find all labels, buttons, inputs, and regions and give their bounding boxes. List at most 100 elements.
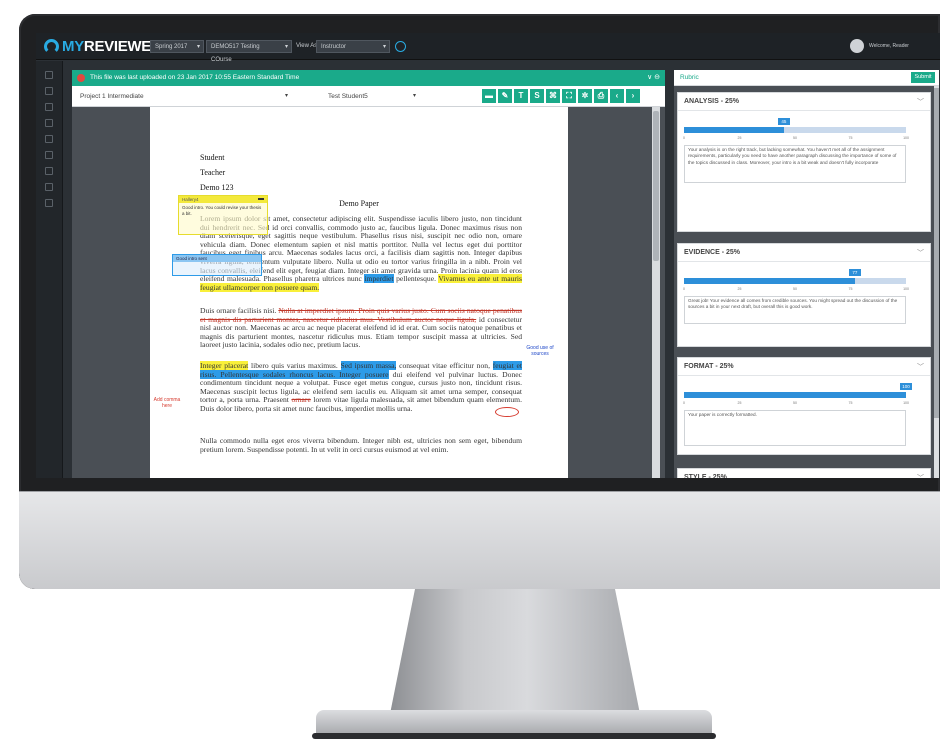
documents-icon[interactable]: [45, 119, 53, 127]
blue-comment-box[interactable]: Good intro sent: [172, 254, 262, 276]
submit-button[interactable]: Submit: [911, 72, 935, 83]
desktop-monitor-mockup: MYREVIEWERS Spring 2017 DEMO517 Testing …: [0, 0, 940, 742]
slider-tick-label: 50: [793, 287, 797, 291]
library-tool-button[interactable]: ⌘: [546, 89, 560, 103]
rubric-scrollbar[interactable]: [934, 86, 939, 478]
courses-icon[interactable]: [45, 103, 53, 111]
strikethrough-tool-button[interactable]: S: [530, 89, 544, 103]
users-icon[interactable]: [45, 183, 53, 191]
score-slider[interactable]: [684, 127, 906, 133]
rubric-tab-bar: Rubric Submit: [674, 70, 939, 86]
paragraph-4[interactable]: Nulla commodo nulla eget eros viverra bi…: [200, 436, 522, 454]
p3-text: libero quis varius maximus.: [250, 361, 338, 370]
p3-highlight-blue[interactable]: Sed ipsum massa,: [340, 361, 397, 370]
chevron-down-icon[interactable]: ﹀: [917, 362, 924, 372]
slider-tick-label: 0: [683, 401, 685, 405]
user-avatar[interactable]: [850, 39, 864, 53]
calendar-icon[interactable]: [45, 151, 53, 159]
margin-note-sources[interactable]: Good use of sources: [522, 345, 558, 357]
rubric-card-title: STYLE - 25%: [684, 474, 727, 478]
slider-tick-label: 75: [848, 136, 853, 140]
slider-tick-label: 0: [683, 287, 685, 291]
upload-banner: This file was last uploaded on 23 Jan 20…: [72, 70, 665, 86]
prev-button[interactable]: ‹: [610, 89, 624, 103]
slider-tick-label: 100: [903, 136, 909, 140]
menu-icon[interactable]: [45, 71, 53, 79]
comment-tool-button[interactable]: ▬: [482, 89, 496, 103]
rubric-comment-textarea[interactable]: Great job! Your evidence all comes from …: [684, 296, 906, 324]
rubric-comment-textarea[interactable]: Your analysis is on the right track, but…: [684, 145, 906, 183]
send-icon[interactable]: [45, 199, 53, 207]
red-circle-markup[interactable]: [495, 407, 519, 417]
p3-highlight-yellow[interactable]: Integer placerat: [200, 361, 249, 370]
yellow-comment-box[interactable]: Hallery4 Good intro. You could revise yo…: [178, 195, 268, 235]
slider-tick-label: 100: [903, 287, 909, 291]
score-slider[interactable]: [684, 278, 906, 284]
rubric-card-title: ANALYSIS - 25%: [684, 98, 739, 105]
chevron-down-icon[interactable]: ﹀: [917, 248, 924, 258]
slider-tick-label: 50: [793, 136, 797, 140]
document-scroll-thumb[interactable]: [653, 111, 659, 261]
reports-icon[interactable]: [45, 135, 53, 143]
slider-tick-label: 25: [737, 287, 742, 291]
pen-tool-button[interactable]: ✎: [498, 89, 512, 103]
globe-icon[interactable]: [395, 41, 406, 52]
top-nav-bar: MYREVIEWERS Spring 2017 DEMO517 Testing …: [36, 33, 940, 63]
next-button[interactable]: ›: [626, 89, 640, 103]
document-page[interactable]: Student Teacher Demo 123 Demo Paper Lore…: [150, 107, 568, 478]
card-divider: [678, 110, 930, 111]
student-select[interactable]: Test Student5: [328, 90, 416, 103]
term-select[interactable]: Spring 2017: [150, 40, 204, 54]
alert-icon: [77, 74, 85, 82]
fullscreen-button[interactable]: ⛶: [562, 89, 576, 103]
settings-tool-button[interactable]: ✲: [578, 89, 592, 103]
document-toolbar: Project 1 Intermediate Test Student5 ▬ ✎…: [72, 86, 665, 107]
rubric-card-title: EVIDENCE - 25%: [684, 249, 741, 256]
chevron-down-icon[interactable]: ﹀: [917, 97, 924, 107]
score-slider[interactable]: [684, 392, 906, 398]
text-tool-button[interactable]: T: [514, 89, 528, 103]
score-badge: 45: [777, 118, 790, 125]
paragraph-3[interactable]: Integer placerat libero quis varius maxi…: [200, 361, 522, 414]
paragraph-2[interactable]: Duis ornare facilisis nisi. Nulla at imp…: [200, 306, 522, 350]
banner-controls[interactable]: ∨ ⊖: [647, 70, 660, 86]
p1-highlight-blue[interactable]: imperdiet: [364, 274, 394, 284]
project-select[interactable]: Project 1 Intermediate: [80, 90, 288, 103]
yellow-comment-label: Hallery4: [179, 196, 267, 203]
monitor-stand-neck: [390, 589, 640, 714]
slider-ticks: 0 25 50 75 100: [683, 136, 909, 142]
header-demo: Demo 123: [200, 183, 234, 192]
blue-comment-label: Good intro sent: [173, 255, 261, 262]
logo-text-my: MY: [62, 38, 84, 55]
margin-note-comma[interactable]: Add comma here: [150, 397, 184, 409]
view-as-select[interactable]: Instructor: [316, 40, 390, 54]
document-scrollbar[interactable]: [652, 107, 660, 478]
yellow-comment-text: Good intro. You could revise your thesis…: [182, 205, 262, 216]
score-badge: 77: [848, 269, 861, 276]
document-panel: This file was last uploaded on 23 Jan 20…: [72, 70, 665, 478]
score-slider-fill: [684, 278, 855, 284]
rubric-card-title: FORMAT - 25%: [684, 363, 734, 370]
left-sidebar: [36, 61, 63, 478]
settings-icon[interactable]: [45, 167, 53, 175]
header-student: Student: [200, 153, 225, 162]
course-select[interactable]: DEMO517 Testing COurse: [206, 40, 292, 63]
home-icon[interactable]: [45, 87, 53, 95]
slider-ticks: 0 25 50 75 100: [683, 287, 909, 293]
slider-tick-label: 0: [683, 136, 685, 140]
rubric-card: EVIDENCE - 25% ﹀ 77 0 25 50 75 100 Great job! Yo…: [677, 243, 931, 347]
card-divider: [678, 375, 930, 376]
tab-rubric[interactable]: Rubric: [680, 70, 699, 86]
monitor-chin: [19, 491, 940, 589]
upload-banner-text: This file was last uploaded on 23 Jan 20…: [90, 74, 300, 81]
slider-ticks: 0 25 50 75 100: [683, 401, 909, 407]
header-teacher: Teacher: [200, 168, 226, 177]
slider-tick-label: 25: [737, 401, 742, 405]
rubric-panel: Rubric Submit ANALYSIS - 25% ﹀ 45 0 25 50 75 10…: [674, 70, 939, 478]
user-menu[interactable]: Welcome, Reader: [869, 41, 909, 51]
rubric-scroll-thumb[interactable]: [934, 88, 939, 418]
chevron-down-icon[interactable]: ﹀: [917, 473, 924, 478]
minimize-icon[interactable]: [258, 198, 264, 200]
print-button[interactable]: ⎙: [594, 89, 608, 103]
rubric-comment-textarea[interactable]: Your paper is correctly formatted.: [684, 410, 906, 446]
